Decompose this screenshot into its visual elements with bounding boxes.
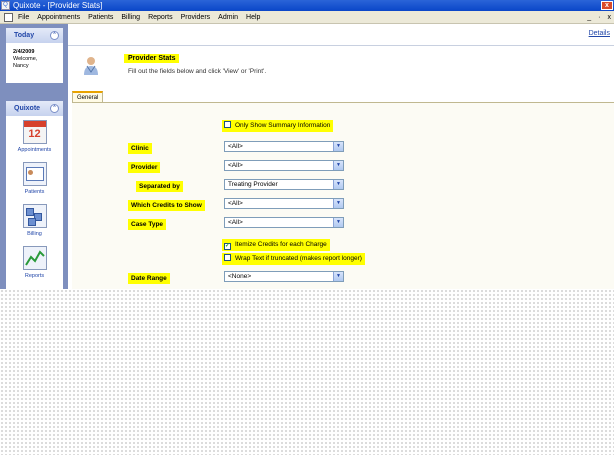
divider [68,45,614,46]
title-bar: Q Quixote - [Provider Stats] x [0,0,614,11]
today-date: 2/4/2009 [13,49,35,55]
menu-appointments[interactable]: Appointments [37,11,80,24]
document-icon[interactable] [4,13,13,22]
clinic-value: <All> [228,143,243,150]
main-content: Details Provider Stats Fill out the fiel… [68,24,614,292]
quixote-title: Quixote [14,105,41,112]
separated-by-value: Treating Provider [228,181,278,188]
today-panel-header[interactable]: Today ⌃ [6,28,63,43]
menu-reports[interactable]: Reports [148,11,173,24]
chevron-down-icon[interactable]: ▼ [333,272,343,281]
quixote-panel-header[interactable]: Quixote ⌃ [6,101,63,116]
menu-file[interactable]: File [18,11,29,24]
chevron-down-icon[interactable]: ▼ [333,218,343,227]
menu-help[interactable]: Help [246,11,260,24]
dotted-overlay [0,289,614,455]
restore-button[interactable]: · [598,11,600,24]
date-range-select[interactable]: <None> ▼ [224,271,344,282]
page-subtitle: Fill out the fields below and click 'Vie… [128,68,267,75]
welcome-text: Welcome, [13,56,38,62]
date-range-value: <None> [228,273,252,280]
collapse-icon[interactable]: ⌃ [50,104,59,113]
collapse-icon[interactable]: ⌃ [50,31,59,40]
provider-value: <All> [228,162,243,169]
sidebar-item-label[interactable]: Reports [6,273,63,279]
which-credits-value: <All> [228,200,243,207]
provider-select[interactable]: <All> ▼ [224,160,344,171]
case-type-value: <All> [228,219,243,226]
sidebar-item-billing[interactable]: Billing [6,200,63,242]
menu-billing[interactable]: Billing [121,11,140,24]
itemize-credits-checkbox[interactable]: ✓ Itemize Credits for each Charge [222,239,330,251]
billing-icon[interactable] [22,204,47,228]
close-window-button[interactable]: x [601,1,613,10]
chevron-down-icon[interactable]: ▼ [333,199,343,208]
chart-icon[interactable] [22,246,47,270]
today-panel: Today ⌃ 2/4/2009 Welcome, Nancy [6,28,63,83]
page-title: Provider Stats [124,54,180,63]
separated-by-select[interactable]: Treating Provider ▼ [224,179,344,190]
chevron-down-icon[interactable]: ▼ [333,161,343,170]
patient-card-icon[interactable] [22,162,47,186]
sidebar-item-reports[interactable]: Reports [6,242,63,284]
clinic-label: Clinic [128,143,152,154]
checkmark-icon[interactable]: ✓ [224,243,231,250]
summary-only-checkbox[interactable]: Only Show Summary Information [222,120,334,132]
which-credits-select[interactable]: <All> ▼ [224,198,344,209]
sidebar-item-appointments[interactable]: 12 Appointments [6,116,63,158]
provider-avatar-icon [84,57,98,75]
user-name: Nancy [13,63,29,69]
which-credits-label: Which Credits to Show [128,200,205,211]
menu-bar: File Appointments Patients Billing Repor… [0,11,614,24]
wrap-text-checkbox[interactable]: Wrap Text if truncated (makes report lon… [222,253,365,265]
case-type-select[interactable]: <All> ▼ [224,217,344,228]
checkbox-box[interactable] [224,121,231,128]
chevron-down-icon[interactable]: ▼ [333,142,343,151]
app-icon: Q [1,1,10,10]
case-type-label: Case Type [128,219,167,230]
calendar-icon[interactable]: 12 [22,120,47,144]
today-title: Today [14,32,35,39]
quixote-panel: Quixote ⌃ 12 Appointments Patients Billi… [6,101,63,291]
details-link[interactable]: Details [589,30,610,37]
itemize-credits-label: Itemize Credits for each Charge [235,241,327,248]
minimize-button[interactable]: _ [587,11,591,24]
menu-admin[interactable]: Admin [218,11,238,24]
sidebar-item-label[interactable]: Billing [6,231,63,237]
date-range-label: Date Range [128,273,170,284]
clinic-select[interactable]: <All> ▼ [224,141,344,152]
close-child-button[interactable]: x [608,11,612,24]
sidebar-item-patients[interactable]: Patients [6,158,63,200]
sidebar-item-label[interactable]: Patients [6,189,63,195]
separated-by-label: Separated by [136,181,183,192]
sidebar-item-label[interactable]: Appointments [6,147,63,153]
menu-providers[interactable]: Providers [181,11,211,24]
general-tab-panel: Only Show Summary Information Clinic <Al… [72,102,614,292]
sidebar: Today ⌃ 2/4/2009 Welcome, Nancy Quixote … [0,24,68,291]
window-title: Quixote - [Provider Stats] [13,1,103,10]
provider-label: Provider [128,162,161,173]
chevron-down-icon[interactable]: ▼ [333,180,343,189]
summary-only-label: Only Show Summary Information [235,122,331,129]
wrap-text-label: Wrap Text if truncated (makes report lon… [235,255,362,262]
menu-patients[interactable]: Patients [88,11,113,24]
checkbox-box[interactable] [224,254,231,261]
